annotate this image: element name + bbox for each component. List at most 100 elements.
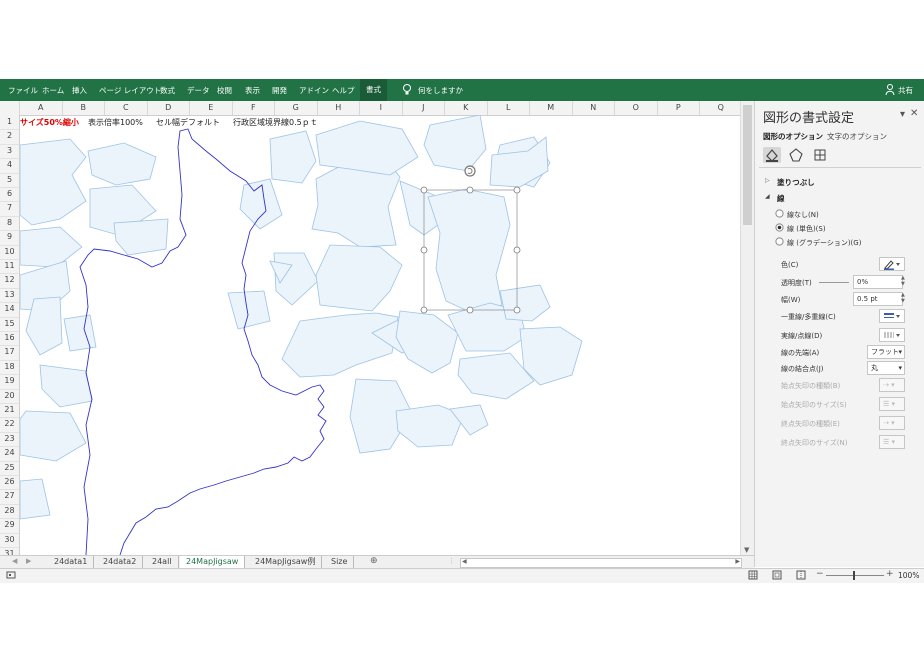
row-header[interactable]: 11 <box>0 259 19 275</box>
tab-split-icon[interactable]: ⋮ <box>448 557 455 565</box>
tab-help[interactable]: ヘルプ <box>332 85 355 96</box>
tab-page-layout[interactable]: ページ レイアウト <box>99 85 161 96</box>
end-arrow-type-dropdown[interactable]: ⇢ ▾ <box>879 416 905 430</box>
row-header[interactable]: 12 <box>0 273 19 289</box>
scroll-thumb[interactable] <box>743 105 752 225</box>
scroll-down-icon[interactable]: ▼ <box>744 546 749 554</box>
radio-solid-line[interactable] <box>775 223 784 234</box>
row-header[interactable]: 14 <box>0 302 19 318</box>
size-properties-icon[interactable] <box>811 147 829 163</box>
tab-developer[interactable]: 開発 <box>272 85 287 96</box>
row-header[interactable]: 18 <box>0 360 19 376</box>
share-button[interactable]: 共有 <box>898 85 913 96</box>
effects-icon[interactable] <box>787 147 805 163</box>
transparency-slider[interactable] <box>819 282 849 283</box>
tab-format[interactable]: 書式 <box>360 79 387 101</box>
row-header[interactable]: 16 <box>0 331 19 347</box>
column-header[interactable]: N <box>573 101 615 115</box>
begin-arrow-size-dropdown[interactable]: ☰ ▾ <box>879 397 905 411</box>
tab-view[interactable]: 表示 <box>245 85 260 96</box>
begin-arrow-type-dropdown[interactable]: ⇢ ▾ <box>879 378 905 392</box>
row-header[interactable]: 5 <box>0 173 19 188</box>
row-header[interactable]: 15 <box>0 317 19 332</box>
transparency-input[interactable]: 0% <box>853 275 903 289</box>
tab-home[interactable]: ホーム <box>42 85 64 96</box>
compound-type-dropdown[interactable] <box>879 309 905 323</box>
column-header[interactable]: J <box>403 101 445 115</box>
row-header[interactable]: 25 <box>0 461 19 476</box>
row-header[interactable]: 8 <box>0 216 19 232</box>
chevron-down-icon[interactable]: ◢ <box>765 193 770 200</box>
row-header[interactable]: 27 <box>0 489 19 505</box>
sheet-tab-24mapjigsaw-example[interactable]: 24MapJigsaw例 <box>249 556 323 568</box>
row-header[interactable]: 23 <box>0 432 19 448</box>
tab-file[interactable]: ファイル <box>8 85 38 96</box>
sheet-tab-24data2[interactable]: 24data2 <box>97 556 144 568</box>
end-arrow-size-dropdown[interactable]: ☰ ▾ <box>879 435 905 449</box>
tab-formulas[interactable]: 数式 <box>160 85 175 96</box>
zoom-slider-thumb[interactable] <box>853 571 855 580</box>
section-line[interactable]: 線 <box>777 193 785 204</box>
radio-no-line[interactable] <box>775 209 784 220</box>
row-header[interactable]: 26 <box>0 475 19 491</box>
column-header[interactable]: M <box>530 101 573 115</box>
zoom-in-button[interactable]: + <box>886 569 894 579</box>
sheet-tab-24all[interactable]: 24all <box>146 556 179 568</box>
page-break-view-icon[interactable] <box>796 570 806 582</box>
close-icon[interactable]: ✕ <box>910 108 918 119</box>
column-header[interactable]: F <box>233 101 275 115</box>
tab-shape-options[interactable]: 図形のオプション <box>763 131 823 142</box>
color-picker-button[interactable] <box>879 257 905 271</box>
row-header[interactable]: 10 <box>0 245 19 260</box>
column-header[interactable]: K <box>445 101 488 115</box>
macro-record-icon[interactable] <box>6 570 16 582</box>
row-header[interactable]: 20 <box>0 389 19 404</box>
tab-text-options[interactable]: 文字のオプション <box>827 131 887 142</box>
row-header[interactable]: 19 <box>0 374 19 390</box>
fill-line-icon[interactable] <box>763 147 781 163</box>
row-header[interactable]: 30 <box>0 533 19 548</box>
row-header[interactable]: 22 <box>0 417 19 433</box>
tab-addins[interactable]: アドイン <box>299 85 329 96</box>
pane-dropdown-icon[interactable]: ▾ <box>900 109 905 120</box>
column-header[interactable]: G <box>275 101 318 115</box>
column-header[interactable]: H <box>318 101 360 115</box>
column-header[interactable]: A <box>20 101 63 115</box>
tab-review[interactable]: 校閲 <box>217 85 232 96</box>
row-header[interactable]: 9 <box>0 230 19 246</box>
join-type-dropdown[interactable]: 丸 ▾ <box>867 361 905 375</box>
spinner-icon[interactable]: ▲ ▼ <box>901 275 905 287</box>
horizontal-scrollbar[interactable]: ◀ ▶ <box>460 558 742 568</box>
column-header[interactable]: I <box>360 101 403 115</box>
scroll-right-icon[interactable]: ▶ <box>735 558 740 565</box>
zoom-out-button[interactable]: − <box>816 569 824 579</box>
sheet-tab-size[interactable]: Size <box>325 556 355 568</box>
row-header[interactable]: 31 <box>0 547 19 555</box>
column-header[interactable]: B <box>63 101 105 115</box>
column-header[interactable]: O <box>615 101 658 115</box>
section-fill[interactable]: 塗りつぶし <box>777 177 815 188</box>
row-header[interactable]: 7 <box>0 201 19 217</box>
column-header[interactable]: P <box>658 101 700 115</box>
column-header[interactable]: L <box>488 101 530 115</box>
scroll-tabs-right-icon[interactable]: ▶ <box>26 557 31 565</box>
tell-me-box[interactable]: 何をしますか <box>418 85 463 96</box>
row-header[interactable]: 29 <box>0 518 19 534</box>
spinner-icon[interactable]: ▲ ▼ <box>901 292 905 304</box>
vertical-scrollbar[interactable]: ▼ <box>740 101 754 556</box>
row-header[interactable]: 28 <box>0 504 19 520</box>
column-header[interactable]: E <box>190 101 233 115</box>
normal-view-icon[interactable] <box>748 570 758 582</box>
row-header[interactable]: 17 <box>0 345 19 361</box>
column-header[interactable]: C <box>105 101 148 115</box>
zoom-level[interactable]: 100% <box>898 571 919 580</box>
zoom-slider[interactable] <box>826 571 884 580</box>
row-header[interactable]: 3 <box>0 144 19 160</box>
scroll-tabs-left-icon[interactable]: ◀ <box>12 557 17 565</box>
row-header[interactable]: 6 <box>0 187 19 203</box>
row-header[interactable]: 4 <box>0 158 19 174</box>
tab-insert[interactable]: 挿入 <box>72 85 87 96</box>
scroll-left-icon[interactable]: ◀ <box>462 558 467 565</box>
dash-type-dropdown[interactable] <box>879 328 905 342</box>
row-header[interactable]: 1 <box>0 115 19 131</box>
